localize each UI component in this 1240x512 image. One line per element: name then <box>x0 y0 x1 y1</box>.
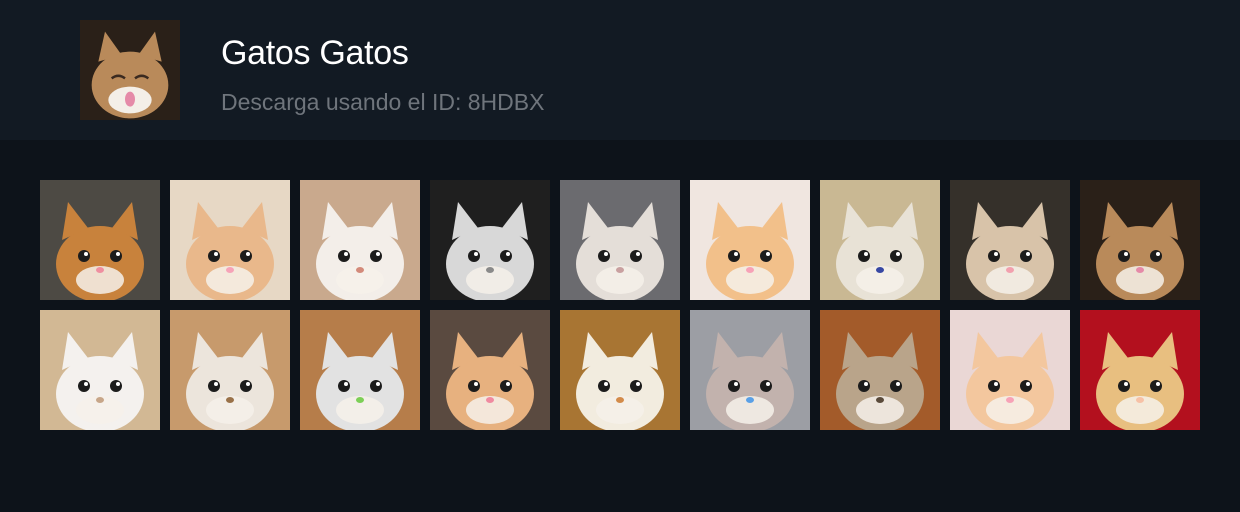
sticker-looking-up-kitten[interactable] <box>40 310 160 430</box>
cat-icon <box>40 310 160 430</box>
cat-icon <box>690 180 810 300</box>
cat-icon <box>560 310 680 430</box>
cat-icon <box>820 180 940 300</box>
pack-title: Gatos Gatos <box>221 34 409 72</box>
cat-icon <box>1080 310 1200 430</box>
cat-icon <box>170 180 290 300</box>
cat-icon <box>430 180 550 300</box>
sticker-winking-kitten-bw[interactable] <box>430 180 550 300</box>
sticker-cat-tongue[interactable] <box>1080 180 1200 300</box>
sticker-crying-gray-cat[interactable] <box>690 310 810 430</box>
sticker-tongue-kitten[interactable] <box>300 180 420 300</box>
sticker-silver-tabby[interactable] <box>300 310 420 430</box>
pack-cover-image <box>80 20 180 120</box>
sticker-peeking-kitten[interactable] <box>430 310 550 430</box>
sticker-stairs-cat[interactable] <box>170 310 290 430</box>
sticker-sleepy-orange-cat[interactable] <box>690 180 810 300</box>
cat-icon <box>300 180 420 300</box>
pack-header: Gatos Gatos Descarga usando el ID: 8HDBX <box>0 0 1240 140</box>
sticker-surprised-cat[interactable] <box>560 310 680 430</box>
cat-icon <box>80 20 180 120</box>
cat-icon <box>820 310 940 430</box>
cat-icon <box>950 180 1070 300</box>
sticker-fluffy-blue-eyes[interactable] <box>820 180 940 300</box>
cat-icon <box>1080 180 1200 300</box>
cat-icon <box>560 180 680 300</box>
sticker-blushing-sparkle-cat[interactable] <box>950 310 1070 430</box>
sticker-hahaha-no-meme[interactable] <box>950 180 1070 300</box>
sticker-grid <box>40 180 1200 430</box>
sticker-newspaper-glasses-cat[interactable] <box>820 310 940 430</box>
cat-icon <box>170 310 290 430</box>
cat-icon <box>40 180 160 300</box>
cat-icon <box>950 310 1070 430</box>
sticker-kissing-kittens[interactable] <box>40 180 160 300</box>
sticker-kittens-red-blanket[interactable] <box>1080 310 1200 430</box>
sticker-scottish-fold[interactable] <box>560 180 680 300</box>
pack-download-id: Descarga usando el ID: 8HDBX <box>221 89 545 115</box>
cat-icon <box>690 310 810 430</box>
sticker-rainbow-cat[interactable] <box>170 180 290 300</box>
cat-icon <box>300 310 420 430</box>
cat-icon <box>430 310 550 430</box>
